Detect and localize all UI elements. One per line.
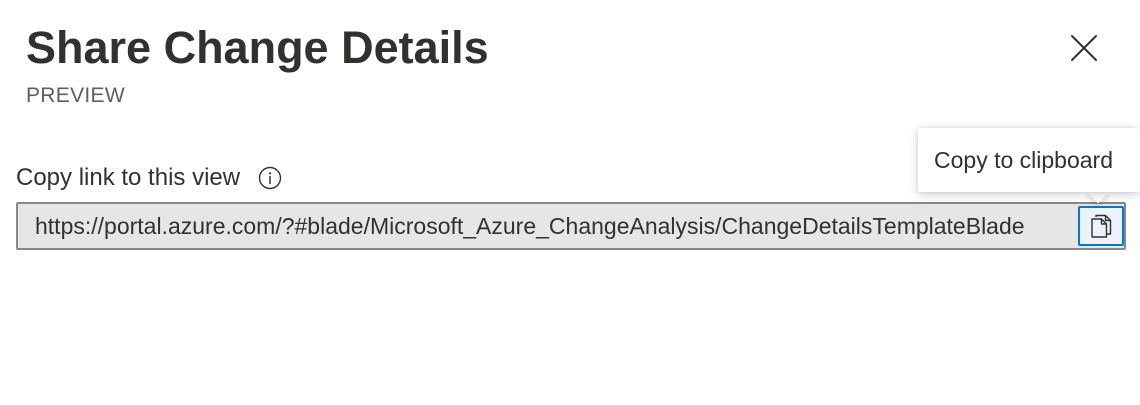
tooltip-text: Copy to clipboard — [934, 146, 1113, 173]
share-link-value[interactable]: https://portal.azure.com/?#blade/Microso… — [35, 204, 1075, 248]
copy-to-clipboard-button[interactable] — [1078, 206, 1124, 246]
share-link-field[interactable]: https://portal.azure.com/?#blade/Microso… — [16, 202, 1126, 250]
close-button[interactable] — [1062, 26, 1106, 70]
field-label: Copy link to this view — [16, 164, 241, 191]
copy-tooltip: Copy to clipboard — [918, 128, 1140, 192]
copy-icon — [1091, 214, 1112, 238]
close-icon — [1071, 35, 1097, 61]
field-label-row: Copy link to this view — [16, 162, 283, 194]
page-title: Share Change Details — [26, 22, 489, 73]
page-subtitle: PREVIEW — [26, 84, 125, 107]
info-icon[interactable] — [257, 165, 283, 191]
